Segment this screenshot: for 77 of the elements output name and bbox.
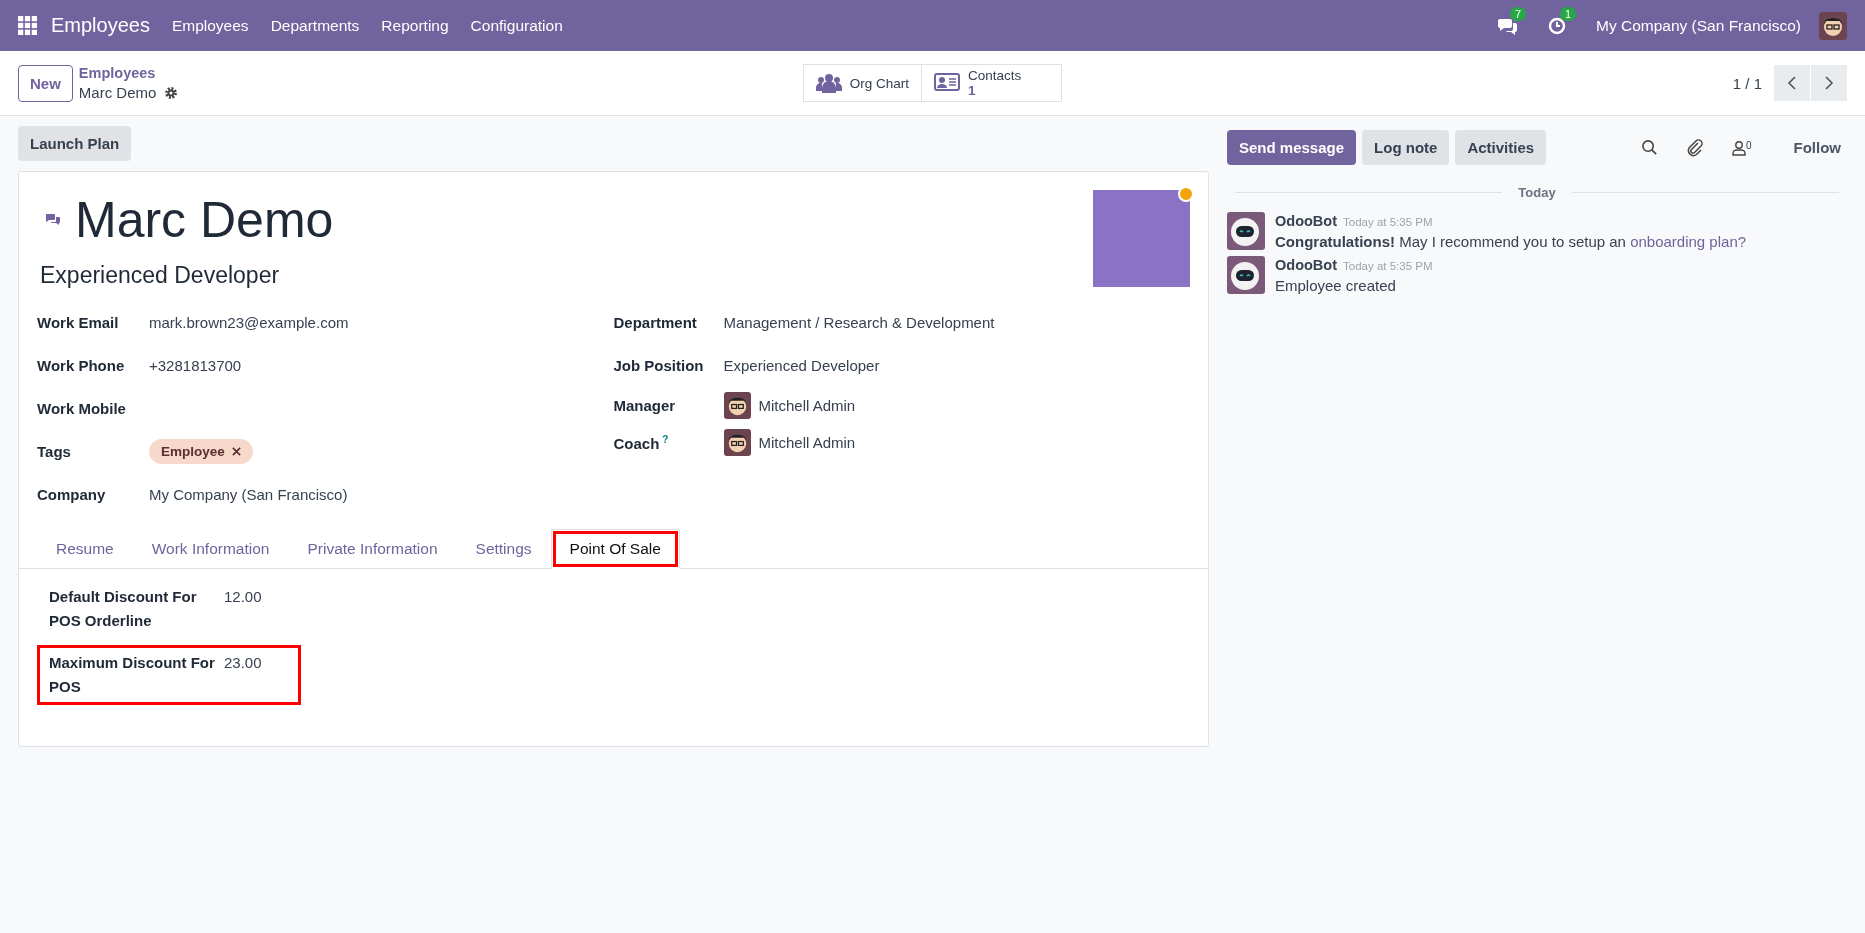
field-label: Coach: [613, 434, 660, 452]
chat-bubbles-icon[interactable]: [45, 213, 61, 227]
pager-value: 1 / 1: [1732, 74, 1762, 92]
nav-menu-item[interactable]: Reporting: [381, 16, 449, 35]
notebook-tab[interactable]: Private Information: [288, 529, 457, 569]
field-value[interactable]: +3281813700: [149, 357, 242, 374]
next-button[interactable]: [1811, 65, 1847, 101]
onboarding-plan-link[interactable]: onboarding plan?: [1630, 233, 1747, 250]
field-label: Department: [613, 314, 697, 331]
message-text: Employee created: [1275, 277, 1397, 294]
nav-menu-item[interactable]: Employees: [171, 16, 249, 35]
robot-avatar-icon: [1227, 212, 1265, 250]
robot-avatar-icon: [1227, 256, 1265, 294]
contacts-button[interactable]: Contacts 1: [922, 64, 1063, 102]
record-title: Marc Demo: [78, 83, 157, 102]
field-value[interactable]: Management / Research & Development: [723, 314, 995, 331]
chatter-button[interactable]: Log note: [1362, 130, 1450, 165]
app-menu-icon[interactable]: [18, 16, 37, 35]
job-title: Experienced Developer: [40, 262, 281, 289]
message-author: OdooBot: [1275, 257, 1337, 273]
field-value[interactable]: Mitchell Admin: [758, 397, 856, 414]
help-tooltip-mark[interactable]: ?: [662, 433, 669, 445]
contact-card-icon: [934, 73, 960, 93]
activities-count-badge: 1: [1560, 6, 1577, 21]
breadcrumb-link[interactable]: Employees: [78, 64, 179, 83]
field-label: Job Position: [613, 357, 704, 374]
field-value[interactable]: My Company (San Francisco): [149, 486, 348, 503]
people-group-icon: [815, 72, 842, 94]
chat-bubbles-icon[interactable]: [1498, 16, 1518, 35]
notebook-tab[interactable]: Resume: [37, 529, 133, 569]
date-separator: Today: [1518, 185, 1556, 200]
follow-button[interactable]: Follow: [1787, 138, 1847, 157]
followers-count: 0: [1745, 139, 1752, 151]
field-value[interactable]: mark.brown23@example.com: [149, 314, 349, 331]
chevron-left-icon: [1787, 75, 1797, 91]
field-value[interactable]: Experienced Developer: [723, 357, 880, 374]
person-icon[interactable]: [1731, 139, 1746, 156]
clock-icon[interactable]: [1548, 16, 1566, 35]
field-label: Default Discount For POS Orderline: [49, 587, 198, 631]
field-value[interactable]: 12.00: [224, 585, 262, 633]
company-switcher[interactable]: My Company (San Francisco): [1596, 16, 1801, 35]
message-time: Today at 5:35 PM: [1343, 260, 1433, 272]
org-chart-button[interactable]: Org Chart: [802, 64, 922, 102]
app-name[interactable]: Employees: [51, 14, 150, 37]
field-label: Maximum Discount For POS: [49, 653, 216, 697]
message-text: Congratulations! May I recommend you to setup an onboarding plan?: [1275, 233, 1747, 250]
previous-button[interactable]: [1774, 65, 1810, 101]
messages-count-badge: 7: [1510, 6, 1527, 21]
field-label: Company: [37, 486, 107, 503]
field-label: Manager: [613, 397, 676, 414]
new-button[interactable]: New: [18, 64, 73, 102]
launch-plan-button[interactable]: Launch Plan: [18, 126, 132, 161]
field-label: Work Phone: [37, 357, 126, 374]
message-author: OdooBot: [1275, 213, 1337, 229]
notebook-tab[interactable]: Point Of Sale: [550, 529, 680, 569]
chatter-button[interactable]: Activities: [1455, 130, 1547, 165]
chevron-right-icon: [1824, 75, 1834, 91]
nav-menu-item[interactable]: Departments: [270, 16, 360, 35]
close-icon[interactable]: [231, 447, 241, 456]
notebook-tab[interactable]: Work Information: [132, 529, 289, 569]
field-label: Work Mobile: [37, 400, 127, 417]
field-label: Work Email: [37, 314, 120, 331]
notebook-tab[interactable]: Settings: [456, 529, 551, 569]
field-value[interactable]: Mitchell Admin: [758, 434, 856, 451]
message-time: Today at 5:35 PM: [1343, 216, 1433, 228]
field-label: Tags: [37, 443, 72, 460]
user-avatar-icon: [723, 392, 751, 419]
employee-tag[interactable]: Employee: [149, 439, 253, 464]
nav-menu-item[interactable]: Configuration: [470, 16, 563, 35]
paperclip-icon[interactable]: [1685, 138, 1704, 157]
user-avatar-icon[interactable]: [1819, 11, 1847, 40]
user-avatar-icon: [723, 429, 751, 456]
chatter-button[interactable]: Send message: [1227, 130, 1357, 165]
search-icon[interactable]: [1640, 139, 1658, 156]
settings-icon[interactable]: [164, 85, 179, 100]
employee-name: Marc Demo: [75, 191, 334, 250]
field-value[interactable]: 23.00: [224, 651, 262, 699]
